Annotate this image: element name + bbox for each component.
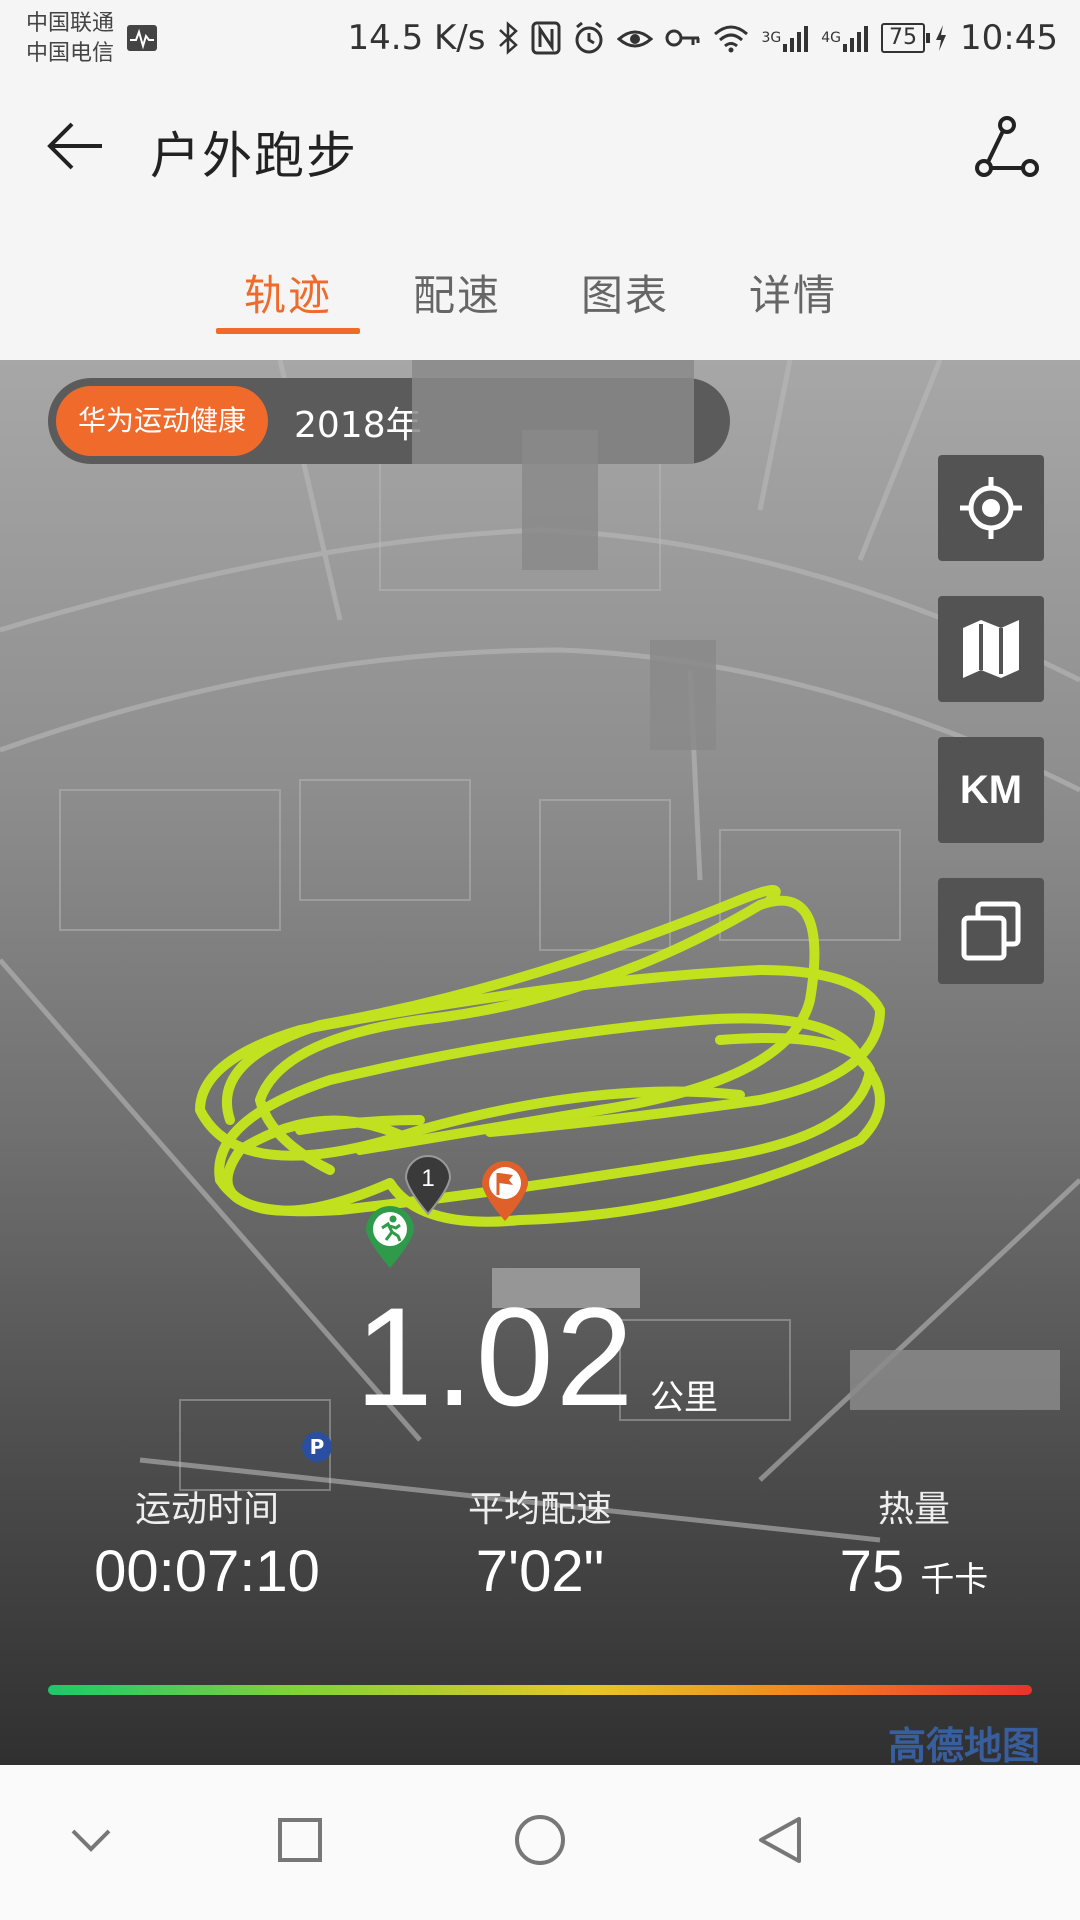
stat-value-pace: 7'02" bbox=[475, 1539, 605, 1604]
key-icon bbox=[665, 26, 701, 50]
signal-3g-icon: 3G bbox=[761, 24, 809, 52]
nav-home-icon bbox=[515, 1815, 565, 1865]
status-bar: 中国联通 中国电信 14.5 K/s 3G 4G 75 10:45 bbox=[0, 0, 1080, 80]
wifi-icon bbox=[713, 23, 749, 53]
page-title: 户外跑步 bbox=[150, 127, 358, 185]
carrier-2: 中国电信 bbox=[26, 41, 115, 66]
route-map[interactable]: 华为运动健康 2018年 KM 1 1.02 公里 P 运动时间 00:07:1… bbox=[0, 360, 1080, 1765]
activity-icon bbox=[127, 25, 157, 51]
nav-home-button[interactable] bbox=[505, 1805, 575, 1875]
stat-value-duration: 00:07:10 bbox=[94, 1539, 320, 1604]
nav-recent-icon bbox=[278, 1818, 322, 1862]
lap-marker-label: 1 bbox=[421, 1165, 434, 1192]
route-icon bbox=[975, 116, 1039, 177]
battery-level: 75 bbox=[881, 23, 926, 53]
stat-label-pace: 平均配速 bbox=[467, 1489, 612, 1530]
nav-hide-button[interactable] bbox=[56, 1805, 126, 1875]
nfc-icon bbox=[531, 21, 561, 55]
tab-track[interactable]: 轨迹 bbox=[244, 262, 332, 323]
distance-unit: 公里 bbox=[650, 1378, 718, 1418]
nav-back-button[interactable] bbox=[745, 1805, 815, 1875]
calories-unit: 千卡 bbox=[920, 1560, 989, 1600]
nav-back-icon bbox=[759, 1817, 801, 1863]
pace-color-scale bbox=[48, 1685, 1032, 1695]
parking-icon: P bbox=[302, 1432, 332, 1462]
eye-icon bbox=[617, 23, 654, 53]
bluetooth-icon bbox=[497, 21, 519, 55]
clock: 10:45 bbox=[960, 18, 1058, 58]
back-arrow-icon bbox=[47, 122, 102, 170]
battery-icon: 75 bbox=[881, 23, 948, 53]
finish-pin-icon bbox=[482, 1161, 528, 1221]
stat-label-calories: 热量 bbox=[877, 1489, 950, 1530]
system-nav-bar bbox=[0, 1765, 1080, 1920]
map-provider-logo: 高德地图 bbox=[888, 1724, 1041, 1765]
active-tab-indicator bbox=[216, 328, 360, 334]
net-speed: 14.5 K/s bbox=[347, 18, 486, 58]
calories-number: 75 bbox=[839, 1539, 905, 1604]
status-icons: 14.5 K/s 3G 4G 75 10:45 bbox=[348, 16, 1059, 60]
tab-details[interactable]: 详情 bbox=[749, 262, 837, 323]
app-header: 户外跑步 bbox=[0, 80, 1080, 210]
stat-value-calories: 75 千卡 bbox=[744, 1538, 1080, 1605]
lap-marker-icon: 1 bbox=[404, 1155, 452, 1216]
tab-chart[interactable]: 图表 bbox=[581, 262, 669, 323]
nav-down-icon bbox=[71, 1829, 111, 1852]
back-button[interactable] bbox=[44, 114, 108, 178]
stat-label-duration: 运动时间 bbox=[134, 1489, 279, 1530]
nav-recents-button[interactable] bbox=[265, 1805, 335, 1875]
total-distance: 1.02 bbox=[355, 1278, 636, 1435]
tab-bar: 轨迹 配速 图表 详情 bbox=[0, 210, 1080, 360]
alarm-icon bbox=[573, 21, 605, 55]
carrier-1: 中国联通 bbox=[26, 11, 115, 36]
tab-pace[interactable]: 配速 bbox=[413, 262, 501, 323]
signal-4g-icon: 4G bbox=[821, 24, 869, 52]
route-button[interactable] bbox=[974, 114, 1040, 180]
